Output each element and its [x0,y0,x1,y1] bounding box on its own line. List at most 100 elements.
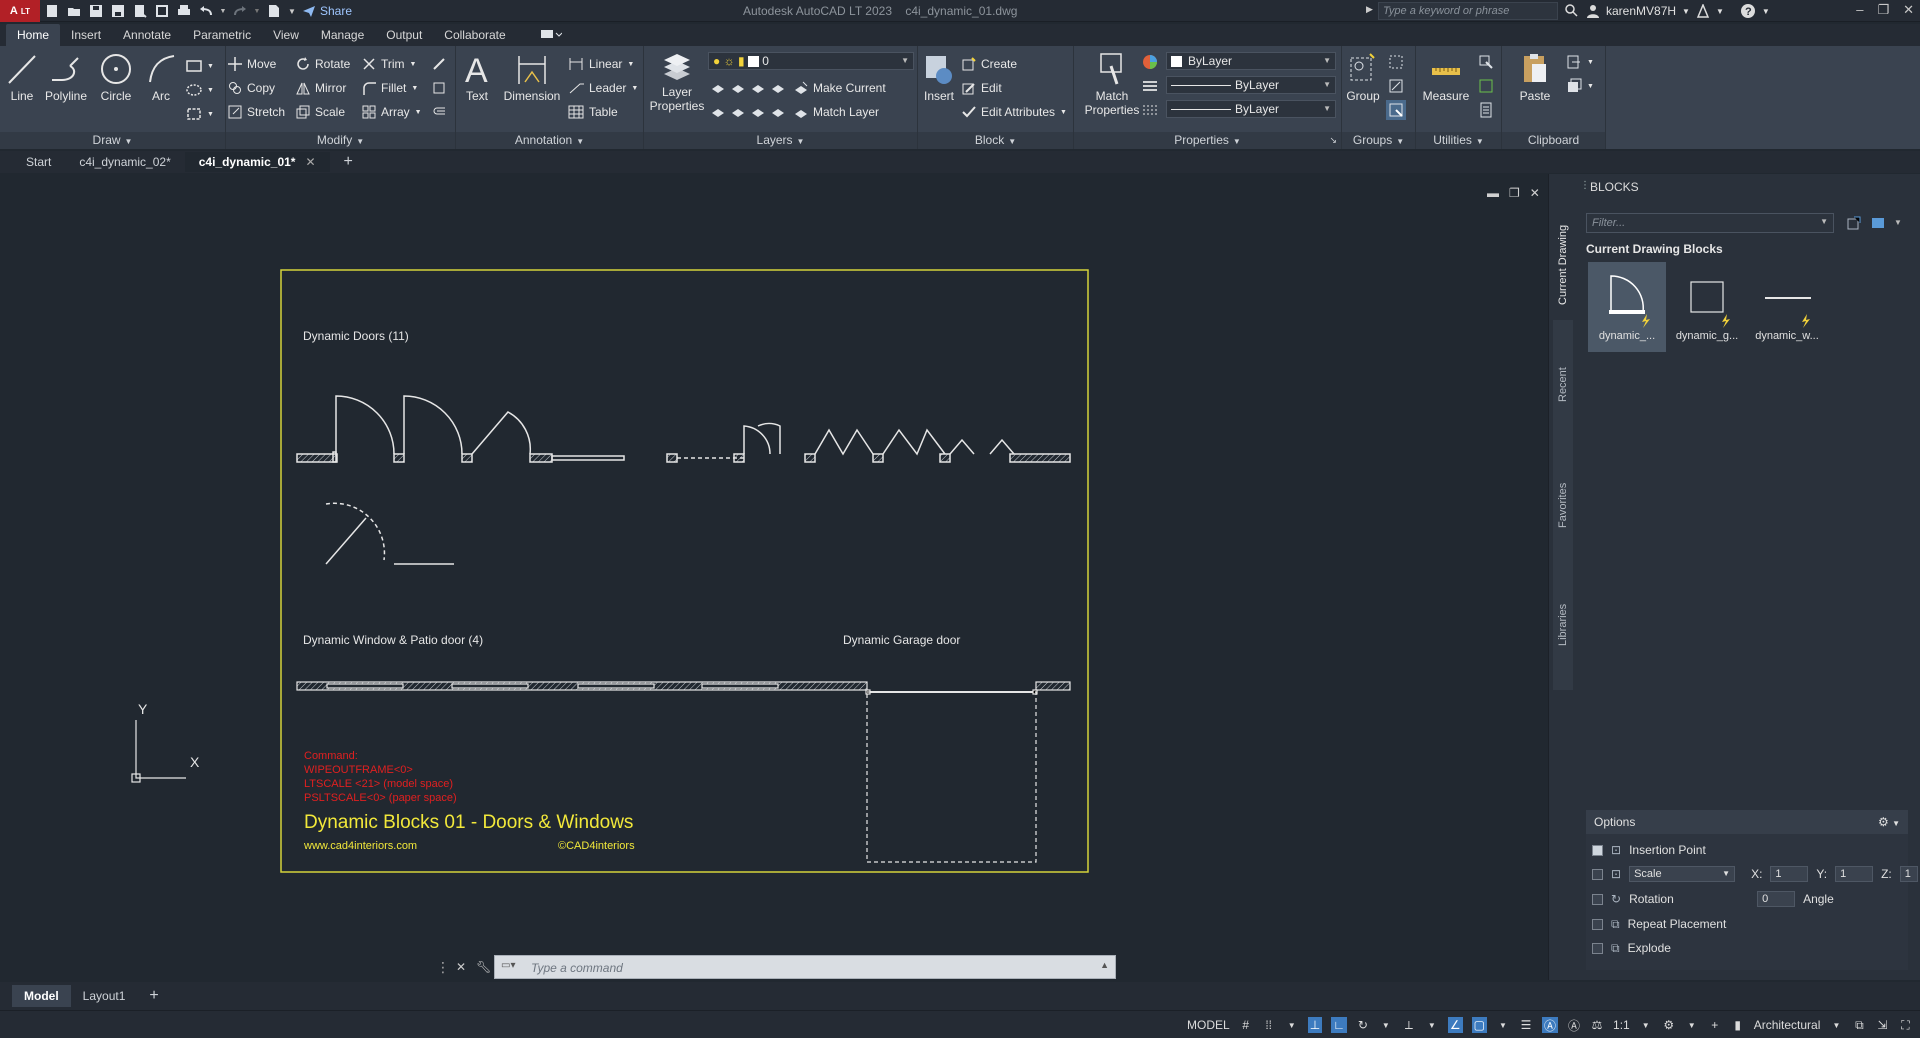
layers-panel-title[interactable]: Layers ▼ [644,132,917,149]
side-tab-libraries[interactable]: Libraries [1553,570,1573,680]
ungroup-icon[interactable] [1388,52,1404,72]
undo-dropdown-icon[interactable]: ▼ [220,3,227,19]
close-icon[interactable]: ✕ [456,960,466,974]
block-thumb-dynamic-door[interactable]: dynamic_... [1588,262,1666,352]
linetype-dropdown[interactable]: ByLayer ▼ [1166,100,1336,118]
close-icon[interactable]: ✕ [305,155,315,169]
scale-z-input[interactable]: 1 [1899,866,1918,882]
publish-icon[interactable] [132,3,148,19]
repeat-placement-checkbox[interactable] [1592,918,1603,930]
search-icon[interactable] [1564,3,1578,17]
restore-icon[interactable]: ❐ [1877,2,1889,18]
calculator-icon[interactable] [1478,100,1494,120]
layer-tools-row1[interactable] [710,78,790,98]
workspace-icon[interactable] [266,3,282,19]
drawing-canvas[interactable]: Dynamic Doors (11) Dynamic Window & Pati… [0,174,1548,980]
share-button[interactable]: Share [302,4,352,18]
group-selection-icon[interactable] [1386,100,1406,120]
chevron-up-icon[interactable]: ▲ [1100,960,1109,970]
boundary-icon[interactable]: ▼ [186,104,214,124]
customize-qat-icon[interactable]: ▼ [288,3,296,19]
insert-button[interactable]: Insert [922,52,956,103]
chevron-down-icon[interactable]: ▼ [1379,1017,1393,1033]
rectangle-icon[interactable]: ▼ [186,56,214,76]
palette-grip-icon[interactable]: ⋮ [1580,180,1590,191]
tab-manage[interactable]: Manage [310,24,375,46]
block-thumb-dynamic-garage[interactable]: dynamic_g... [1668,262,1746,352]
scale-checkbox[interactable] [1592,868,1603,880]
chevron-down-icon[interactable]: ▼ [1829,1017,1843,1033]
new-tab-icon[interactable]: + [330,150,367,174]
chevron-down-icon[interactable]: ▼ [1685,1017,1699,1033]
ribbon-display-toggle-icon[interactable] [529,24,573,46]
panel-launcher-icon[interactable]: ↘ [1329,132,1337,149]
object-snap-icon[interactable]: ▢ [1471,1017,1487,1033]
export-icon[interactable] [154,3,170,19]
model-space-toggle[interactable]: MODEL [1187,1017,1230,1033]
modify-panel-title[interactable]: Modify ▼ [226,132,455,149]
paste-button[interactable]: Paste [1518,52,1552,103]
color-dropdown[interactable]: ByLayer ▼ [1166,52,1336,70]
lineweight-dropdown[interactable]: ByLayer ▼ [1166,76,1336,94]
snap-icon[interactable]: ⁞⁞ [1262,1017,1276,1033]
application-menu-button[interactable]: A LT [0,0,40,22]
quick-properties-icon[interactable]: ⧉ [1852,1017,1866,1033]
restore-viewport-icon[interactable]: ❐ [1509,186,1520,200]
redo-icon[interactable] [232,3,248,19]
tab-collaborate[interactable]: Collaborate [433,24,516,46]
table-button[interactable]: Table [568,102,618,122]
polar-tracking-icon[interactable]: ↻ [1356,1017,1370,1033]
explode-checkbox[interactable] [1592,942,1603,954]
group-edit-icon[interactable] [1388,76,1404,96]
match-layer-button[interactable]: Match Layer [794,102,879,122]
hatch-icon[interactable]: ▼ [186,80,214,100]
leader-button[interactable]: Leader ▼ [568,78,638,98]
copy-button[interactable]: Copy [228,78,275,98]
side-tab-current-drawing[interactable]: Current Drawing [1553,210,1573,320]
import-blocks-icon[interactable] [1846,215,1862,231]
undo-icon[interactable] [198,3,214,19]
chevron-down-icon[interactable]: ▼ [1894,218,1902,227]
offset-icon[interactable] [432,102,446,122]
plus-icon[interactable]: + [1708,1017,1722,1033]
chevron-down-icon[interactable]: ▼ [1425,1017,1439,1033]
select-all-icon[interactable] [1478,76,1494,96]
edit-block-button[interactable]: Edit [962,78,1002,98]
autodesk-app-icon[interactable] [1696,4,1710,18]
layer-dropdown[interactable]: ● ☼ ▮ 0 ▼ [708,52,914,70]
plot-icon[interactable] [176,3,192,19]
match-properties-button[interactable]: Match Properties [1085,52,1139,117]
save-as-icon[interactable] [110,3,126,19]
insertion-point-checkbox[interactable] [1592,844,1603,856]
rotation-checkbox[interactable] [1592,893,1603,905]
fillet-button[interactable]: Fillet ▼ [362,78,418,98]
create-block-button[interactable]: Create [962,54,1017,74]
block-panel-title[interactable]: Block ▼ [918,132,1073,149]
lineweight-icon[interactable] [1142,76,1158,96]
explode-icon[interactable] [432,78,446,98]
draw-panel-title[interactable]: Draw ▼ [0,132,225,149]
linetype-icon[interactable] [1142,100,1158,120]
clean-screen-icon[interactable]: ⛶ [1898,1017,1912,1033]
array-button[interactable]: Array ▼ [362,102,422,122]
doc-tab-c4i-dynamic-02[interactable]: c4i_dynamic_02* [65,152,184,172]
scale-button[interactable]: Scale [296,102,345,122]
block-thumb-dynamic-window[interactable]: dynamic_w... [1748,262,1826,352]
new-layout-icon[interactable]: + [137,983,170,1009]
copy-clip-icon[interactable]: ▼ [1566,76,1594,96]
layout-tab-layout1[interactable]: Layout1 [71,985,138,1007]
edit-attributes-button[interactable]: Edit Attributes ▼ [962,102,1067,122]
recent-commands-icon[interactable]: ▭▾ [501,960,515,971]
blocks-filter-input[interactable]: Filter... ▼ [1586,213,1834,233]
annotation-scale-value[interactable]: 1:1 [1613,1017,1630,1033]
layout-tab-model[interactable]: Model [12,985,71,1007]
rotate-button[interactable]: Rotate [296,54,350,74]
auto-scale-icon[interactable]: Ⓐ [1567,1017,1581,1033]
option-explode[interactable]: ⧉ Explode [1592,938,1671,958]
units-value[interactable]: Architectural [1754,1017,1821,1033]
selection-cycling-icon[interactable]: ⇲ [1875,1017,1889,1033]
grid-icon[interactable]: # [1239,1017,1253,1033]
help-search-input[interactable]: Type a keyword or phrase [1378,2,1558,20]
chevron-down-icon[interactable]: ▼ [1639,1017,1653,1033]
line-button[interactable]: Line [6,52,38,103]
